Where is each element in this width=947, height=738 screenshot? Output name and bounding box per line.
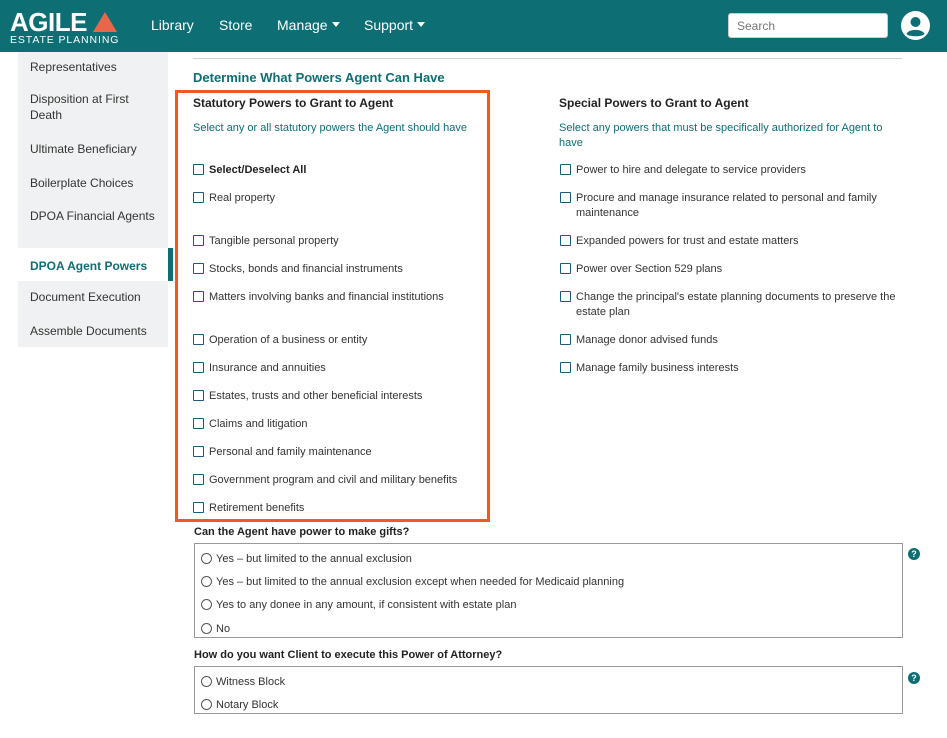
- checkbox[interactable]: [193, 474, 204, 485]
- sidebar-item-ultimate-beneficiary[interactable]: Ultimate Beneficiary: [30, 141, 160, 157]
- checkbox-label: Stocks, bonds and financial instruments: [209, 263, 403, 275]
- checkbox[interactable]: [560, 291, 571, 302]
- help-circle-icon[interactable]: ?: [908, 548, 920, 560]
- nav-library[interactable]: Library: [151, 16, 194, 34]
- sidebar-item-boilerplate[interactable]: Boilerplate Choices: [30, 175, 160, 191]
- sidebar-item-representatives[interactable]: Representatives: [30, 59, 160, 75]
- checkbox[interactable]: [193, 334, 204, 345]
- select-all-checkbox[interactable]: [193, 164, 204, 175]
- checkbox[interactable]: [560, 263, 571, 274]
- execution-question: How do you want Client to execute this P…: [194, 649, 503, 661]
- checkbox[interactable]: [193, 235, 204, 246]
- special-title: Special Powers to Grant to Agent: [559, 96, 749, 110]
- checkbox-label: Tangible personal property: [209, 235, 339, 247]
- caret-down-icon: [331, 22, 340, 27]
- checkbox-label: Manage donor advised funds: [576, 334, 718, 346]
- checkbox[interactable]: [193, 446, 204, 457]
- checkbox-label: Insurance and annuities: [209, 362, 326, 374]
- checkbox[interactable]: [193, 362, 204, 373]
- nav-manage-label: Manage: [277, 17, 328, 33]
- sidebar-item-dpoa-financial-agents[interactable]: DPOA Financial Agents: [30, 208, 160, 224]
- radio-label: Notary Block: [216, 699, 279, 711]
- checkbox-label: Government program and civil and militar…: [209, 474, 458, 486]
- checkbox-label: Claims and litigation: [209, 418, 308, 430]
- checkbox-label: Matters involving banks and financial in…: [209, 291, 444, 303]
- sidebar-item-assemble-documents[interactable]: Assemble Documents: [30, 323, 160, 339]
- sidebar-item-dpoa-agent-powers[interactable]: DPOA Agent Powers: [30, 258, 160, 274]
- checkbox[interactable]: [193, 418, 204, 429]
- checkbox-label: Procure and manage insurance related to …: [576, 192, 877, 219]
- section-divider: [193, 58, 902, 59]
- checkbox-label: Personal and family maintenance: [209, 446, 372, 458]
- checkbox-label: Real property: [209, 192, 276, 204]
- checkbox-label: Manage family business interests: [576, 362, 739, 374]
- gifts-question: Can the Agent have power to make gifts?: [194, 526, 410, 538]
- nav-support[interactable]: Support: [364, 16, 426, 34]
- radio-label: No: [216, 623, 231, 635]
- radio-label: Yes – but limited to the annual exclusio…: [216, 576, 625, 588]
- radio-label: Yes to any donee in any amount, if consi…: [216, 599, 517, 611]
- checkbox-label: Estates, trusts and other beneficial int…: [209, 390, 423, 402]
- top-navbar: AGILE ESTATE PLANNING Library Store Mana…: [0, 0, 947, 52]
- checkbox-label: Power to hire and delegate to service pr…: [576, 164, 806, 176]
- radio-button[interactable]: [201, 676, 212, 687]
- sidebar-item-disposition[interactable]: Disposition at First Death: [30, 91, 160, 123]
- brand-logo[interactable]: AGILE ESTATE PLANNING: [10, 8, 120, 46]
- triangle-icon: [93, 12, 117, 32]
- select-all-label: Select/Deselect All: [209, 164, 307, 176]
- checkbox[interactable]: [560, 334, 571, 345]
- checkbox[interactable]: [193, 263, 204, 274]
- brand-subtitle: ESTATE PLANNING: [10, 34, 120, 46]
- checkbox[interactable]: [560, 362, 571, 373]
- radio-label: Witness Block: [216, 676, 286, 688]
- statutory-hint: Select any or all statutory powers the A…: [193, 122, 467, 134]
- nav-store[interactable]: Store: [219, 16, 252, 34]
- checkbox-label: Operation of a business or entity: [209, 334, 368, 346]
- caret-down-icon: [417, 22, 426, 27]
- special-hint: Select any powers that must be specifica…: [559, 122, 883, 149]
- execution-options-box: Witness Block Notary Block: [194, 666, 903, 714]
- brand-name: AGILE: [10, 7, 87, 37]
- checkbox[interactable]: [560, 192, 571, 203]
- search-input[interactable]: [728, 13, 888, 38]
- checkbox[interactable]: [560, 235, 571, 246]
- radio-label: Yes – but limited to the annual exclusio…: [216, 553, 412, 565]
- radio-button[interactable]: [201, 599, 212, 610]
- checkbox[interactable]: [560, 164, 571, 175]
- checkbox-label: Expanded powers for trust and estate mat…: [576, 235, 799, 247]
- checkbox-label: Power over Section 529 plans: [576, 263, 723, 275]
- nav-manage[interactable]: Manage: [277, 16, 340, 34]
- user-circle-icon[interactable]: [901, 11, 930, 40]
- checkbox[interactable]: [193, 192, 204, 203]
- page-title: Determine What Powers Agent Can Have: [193, 70, 445, 85]
- sidebar-nav: Representatives Disposition at First Dea…: [18, 52, 173, 347]
- statutory-title: Statutory Powers to Grant to Agent: [193, 96, 394, 110]
- checkbox[interactable]: [193, 390, 204, 401]
- sidebar-active-indicator: [168, 248, 173, 281]
- nav-support-label: Support: [364, 17, 414, 33]
- checkbox[interactable]: [193, 502, 204, 513]
- radio-button[interactable]: [201, 576, 212, 587]
- sidebar-item-document-execution[interactable]: Document Execution: [30, 289, 160, 305]
- radio-button[interactable]: [201, 623, 212, 634]
- checkbox-label: Change the principal's estate planning d…: [576, 291, 896, 318]
- gifts-options-box: Yes – but limited to the annual exclusio…: [194, 543, 903, 638]
- help-circle-icon[interactable]: ?: [908, 672, 920, 684]
- checkbox-label: Retirement benefits: [209, 502, 305, 514]
- radio-button[interactable]: [201, 699, 212, 710]
- checkbox[interactable]: [193, 291, 204, 302]
- radio-button[interactable]: [201, 553, 212, 564]
